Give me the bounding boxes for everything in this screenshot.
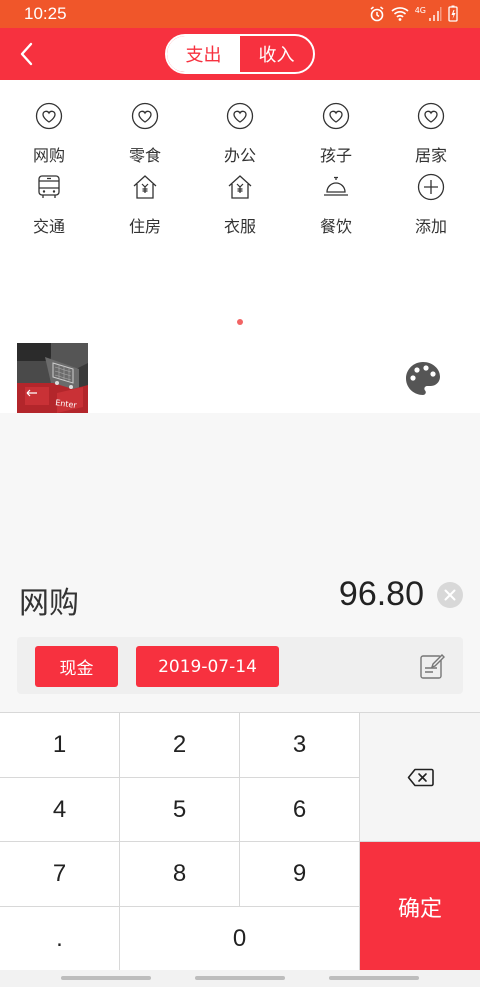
status-icons: 4G xyxy=(369,5,458,22)
date-button[interactable]: 2019-07-14 xyxy=(136,646,279,687)
battery-icon xyxy=(448,5,458,22)
heart-icon xyxy=(35,102,63,130)
key-8[interactable]: 8 xyxy=(120,842,240,907)
confirm-button[interactable]: 确定 xyxy=(360,842,480,971)
tab-expense[interactable]: 支出 xyxy=(167,36,240,72)
key-7[interactable]: 7 xyxy=(0,842,120,907)
heart-icon xyxy=(322,102,350,130)
category-thumbnail-image[interactable]: Enter xyxy=(17,343,88,413)
category-label: 交通 xyxy=(32,217,65,236)
close-icon xyxy=(444,589,456,601)
category-item-office[interactable]: 办公 xyxy=(192,102,288,174)
key-0[interactable]: 0 xyxy=(120,907,360,971)
category-item-home[interactable]: 居家 xyxy=(383,102,479,174)
note-edit-icon[interactable] xyxy=(419,652,445,680)
signal-icon xyxy=(429,6,442,21)
category-label: 衣服 xyxy=(223,217,256,236)
category-label: 孩子 xyxy=(319,146,352,165)
amount-display: 网购 96.80 xyxy=(0,570,480,626)
number-keypad: 1 2 3 4 5 6 7 8 9 . 0 确定 xyxy=(0,712,480,971)
category-label: 零食 xyxy=(128,146,161,165)
backspace-icon xyxy=(407,768,434,787)
category-label: 添加 xyxy=(414,217,447,236)
wifi-icon xyxy=(391,6,409,21)
category-item-housing[interactable]: 住房 xyxy=(97,173,193,245)
house-yen-icon xyxy=(133,175,157,199)
key-3[interactable]: 3 xyxy=(240,713,360,778)
tab-income[interactable]: 收入 xyxy=(240,36,313,72)
nav-recents-handle[interactable] xyxy=(61,976,151,980)
selected-category-name: 网购 xyxy=(19,586,79,621)
back-button[interactable] xyxy=(10,36,46,72)
category-label: 居家 xyxy=(414,146,447,165)
palette-icon[interactable] xyxy=(403,359,443,399)
status-bar: 10:25 4G xyxy=(0,0,480,28)
category-item-online-shopping[interactable]: 网购 xyxy=(1,102,97,174)
entry-options-row: 现金 2019-07-14 xyxy=(17,637,463,694)
type-tab-switch: 支出 收入 xyxy=(165,34,315,74)
category-label: 网购 xyxy=(32,146,65,165)
cloche-icon xyxy=(324,176,348,196)
category-item-kids[interactable]: 孩子 xyxy=(288,102,384,174)
key-1[interactable]: 1 xyxy=(0,713,120,778)
status-time: 10:25 xyxy=(24,4,67,23)
nav-back-handle[interactable] xyxy=(329,976,419,980)
heart-icon xyxy=(226,102,254,130)
key-9[interactable]: 9 xyxy=(240,842,360,907)
category-label: 餐饮 xyxy=(319,217,352,236)
category-grid: 网购 零食 办公 孩子 居家 交通 住房 衣服 餐饮 添加 Enter xyxy=(0,80,480,413)
network-label: 4G xyxy=(414,6,426,15)
bus-icon xyxy=(38,175,60,198)
key-decimal[interactable]: . xyxy=(0,907,120,971)
backspace-key[interactable] xyxy=(360,713,480,842)
category-label: 办公 xyxy=(223,146,256,165)
header: 支出 收入 xyxy=(0,28,480,80)
clear-amount-button[interactable] xyxy=(437,582,463,608)
page-indicator-dot xyxy=(237,319,243,325)
nav-home-handle[interactable] xyxy=(195,976,285,980)
heart-icon xyxy=(131,102,159,130)
system-navigation-bar xyxy=(0,970,480,987)
account-button[interactable]: 现金 xyxy=(35,646,118,687)
category-item-add[interactable]: 添加 xyxy=(383,173,479,245)
category-item-dining[interactable]: 餐饮 xyxy=(288,173,384,245)
key-4[interactable]: 4 xyxy=(0,778,120,842)
house-yen-icon xyxy=(228,175,252,199)
category-item-transport[interactable]: 交通 xyxy=(1,173,97,245)
category-item-clothes[interactable]: 衣服 xyxy=(192,173,288,245)
key-6[interactable]: 6 xyxy=(240,778,360,842)
category-label: 住房 xyxy=(128,217,161,236)
key-2[interactable]: 2 xyxy=(120,713,240,778)
add-circle-icon xyxy=(417,173,445,201)
amount-value: 96.80 xyxy=(338,575,424,613)
alarm-icon xyxy=(370,5,384,21)
category-item-snacks[interactable]: 零食 xyxy=(97,102,193,174)
heart-icon xyxy=(417,102,445,130)
key-5[interactable]: 5 xyxy=(120,778,240,842)
